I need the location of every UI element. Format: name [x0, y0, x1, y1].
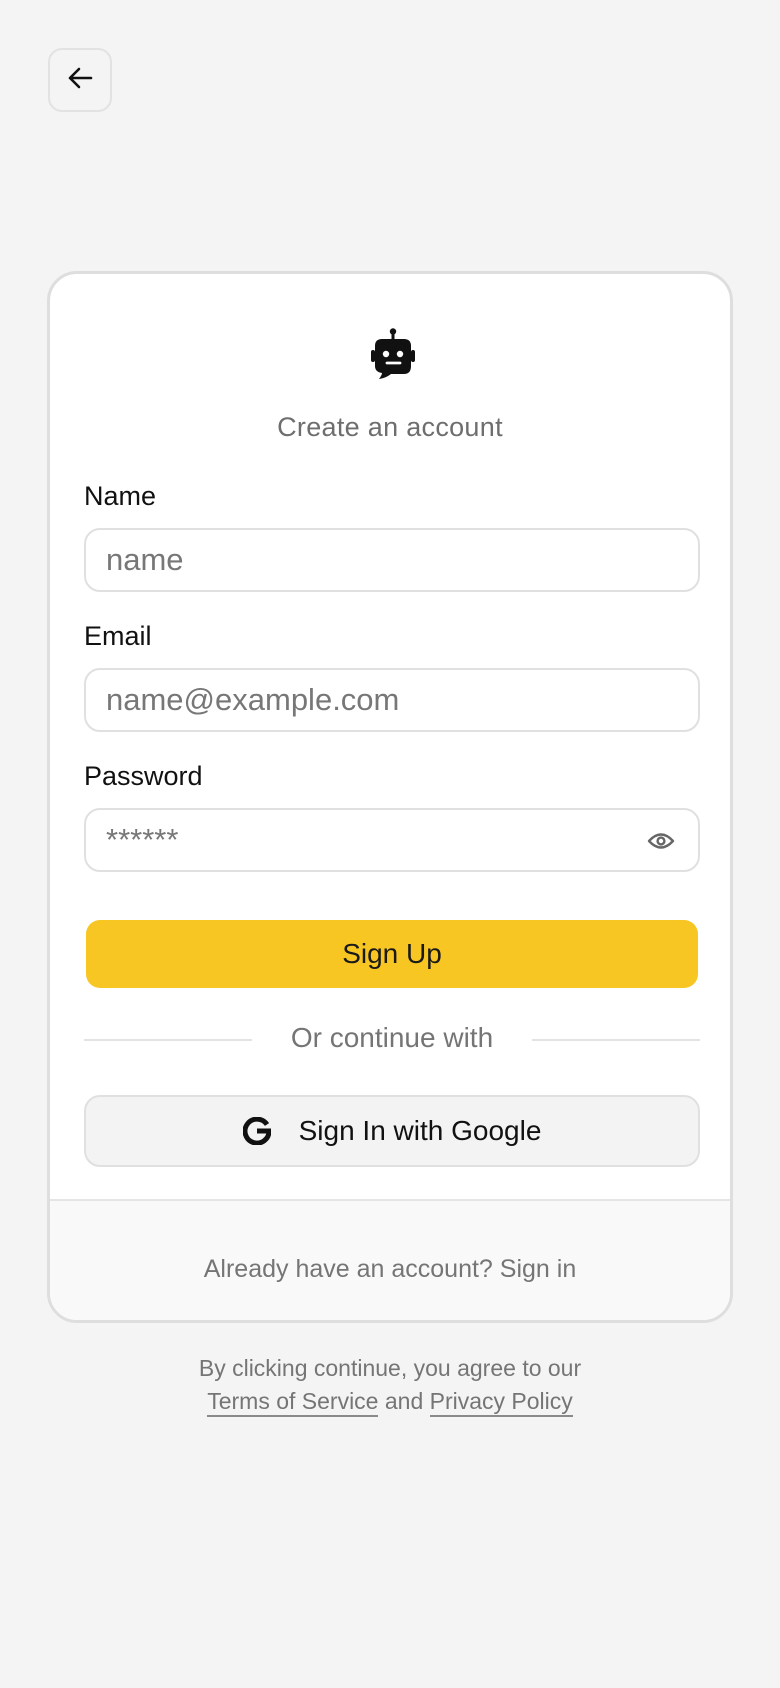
- privacy-link[interactable]: Privacy Policy: [429, 1388, 573, 1417]
- card-footer: Already have an account? Sign in: [50, 1199, 730, 1320]
- terms-link[interactable]: Terms of Service: [207, 1388, 379, 1417]
- legal-line: By clicking continue, you agree to our: [198, 1355, 582, 1381]
- password-input[interactable]: [86, 822, 698, 858]
- page-title: Create an account: [277, 412, 503, 442]
- arrow-left-icon: [67, 67, 93, 94]
- signup-button[interactable]: Sign Up: [86, 920, 698, 988]
- name-field[interactable]: [84, 528, 700, 592]
- email-label: Email: [84, 621, 152, 651]
- signin-link[interactable]: Sign in: [500, 1255, 576, 1283]
- name-input[interactable]: [86, 542, 698, 578]
- divider: Or continue with: [84, 1020, 700, 1060]
- email-field[interactable]: [84, 668, 700, 732]
- divider-text: Or continue with: [290, 1022, 494, 1053]
- email-input[interactable]: [86, 682, 698, 718]
- robot-logo-icon: [368, 328, 418, 380]
- signin-prompt-text: Already have an account?: [203, 1255, 493, 1283]
- google-signin-button[interactable]: Sign In with Google: [84, 1095, 700, 1167]
- legal-and: and: [384, 1388, 424, 1414]
- password-label: Password: [84, 761, 203, 791]
- eye-icon[interactable]: [646, 826, 676, 856]
- back-button[interactable]: [48, 48, 112, 112]
- name-label: Name: [84, 481, 157, 511]
- signin-prompt: Already have an account? Sign in: [50, 1255, 730, 1284]
- legal-notice: By clicking continue, you agree to our T…: [0, 1352, 780, 1418]
- google-icon: [242, 1117, 271, 1145]
- password-field[interactable]: [84, 808, 700, 872]
- divider-line-right: [532, 1039, 700, 1041]
- google-button-label: Sign In with Google: [298, 1115, 542, 1146]
- signup-card: Create an account Name Email Password Si…: [47, 271, 733, 1323]
